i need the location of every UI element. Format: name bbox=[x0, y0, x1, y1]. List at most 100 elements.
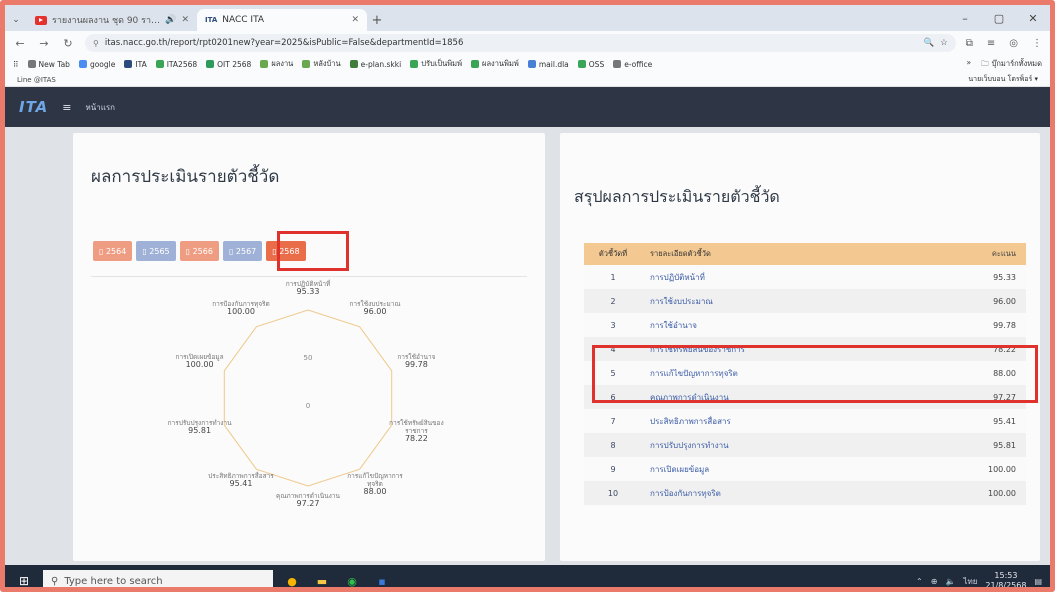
bookmark-eoffice[interactable]: e-office bbox=[613, 60, 652, 69]
taskbar-search[interactable]: ⚲ Type here to search bbox=[43, 570, 273, 587]
restore-icon[interactable]: ▢ bbox=[982, 5, 1016, 31]
site-info-icon[interactable]: ⚲ bbox=[93, 39, 99, 48]
bookmark-oss[interactable]: OSS bbox=[577, 60, 604, 69]
table-row: 10 การป้องกันการทุจริต 100.00 bbox=[584, 481, 1026, 505]
cell-score: 96.00 bbox=[993, 296, 1016, 306]
user-menu[interactable]: นายเว็บบอน โตรพ็อร์ ▾ bbox=[968, 74, 1038, 85]
screenshot-frame: ⌄ รายงานผลงาน ชุด 90 รายงาน 🔊 ✕ ITA NACC… bbox=[0, 0, 1055, 592]
bookmark-mail[interactable]: mail.dla bbox=[527, 60, 569, 69]
radar-axis-value: 99.78 bbox=[404, 360, 428, 370]
bookmark-print-work[interactable]: ผลงานพิมพ์ bbox=[471, 58, 519, 70]
cell-score: 100.00 bbox=[988, 488, 1016, 498]
bookmark-print[interactable]: ปรับเป็นพิมพ์ bbox=[410, 58, 462, 70]
table-row: 3 การใช้อำนาจ 99.78 bbox=[584, 313, 1026, 337]
bookmark-backend[interactable]: หลังบ้าน bbox=[302, 58, 341, 70]
minimize-icon[interactable]: – bbox=[948, 5, 982, 31]
tray-chevron-icon[interactable]: ⌃ bbox=[916, 577, 923, 586]
google-icon bbox=[78, 60, 87, 68]
cell-name: การปรับปรุงการทำงาน bbox=[650, 440, 729, 450]
windows-start-icon[interactable]: ⊞ bbox=[13, 570, 35, 587]
all-bookmarks-folder[interactable]: 🗀 บุ๊กมาร์กทั้งหมด bbox=[981, 58, 1042, 71]
radar-point-label: คุณภาพการดำเนินงาน 97.27 bbox=[274, 492, 342, 508]
browser-toolbar: ← → ↻ ⚲ itas.nacc.go.th/report/rpt0201ne… bbox=[5, 31, 1050, 55]
table-row: 7 ประสิทธิภาพการสื่อสาร 95.41 bbox=[584, 409, 1026, 433]
table-row: 1 การปฏิบัติหน้าที่ 95.33 bbox=[584, 265, 1026, 289]
radar-axis-value: 100.00 bbox=[185, 360, 214, 370]
leaf-icon bbox=[260, 60, 269, 68]
header-indicator-no: ตัวชี้วัดที่ bbox=[598, 249, 628, 258]
url-text: itas.nacc.go.th/report/rpt0201new?year=2… bbox=[104, 38, 464, 48]
radar-axis-value: 96.00 bbox=[363, 307, 387, 317]
language-indicator[interactable]: ไทย bbox=[963, 575, 977, 588]
bookmark-google[interactable]: google bbox=[78, 60, 115, 69]
cell-name: ประสิทธิภาพการสื่อสาร bbox=[650, 416, 731, 426]
youtube-icon bbox=[35, 15, 47, 25]
volume-icon[interactable]: 🔈 bbox=[945, 577, 955, 586]
close-tab-icon[interactable]: ✕ bbox=[351, 15, 359, 25]
bookmark-ita[interactable]: ITA bbox=[124, 60, 147, 69]
bookmark-new-tab[interactable]: New Tab bbox=[27, 60, 70, 69]
radar-axis-value: 95.33 bbox=[296, 287, 320, 296]
close-tab-icon[interactable]: ✕ bbox=[181, 15, 189, 25]
tab-title: NACC ITA bbox=[222, 15, 265, 25]
chrome-icon[interactable]: ● bbox=[281, 570, 303, 588]
forward-icon[interactable]: → bbox=[37, 37, 51, 50]
network-icon[interactable]: ⊕ bbox=[931, 577, 938, 586]
globe-icon bbox=[27, 60, 36, 68]
browser-tab-strip: ⌄ รายงานผลงาน ชุด 90 รายงาน 🔊 ✕ ITA NACC… bbox=[5, 5, 1050, 31]
divider bbox=[91, 276, 527, 277]
tab-nacc-ita[interactable]: ITA NACC ITA ✕ bbox=[197, 9, 367, 31]
cell-score: 95.33 bbox=[993, 272, 1016, 282]
extensions-icon[interactable]: ⧉ bbox=[966, 38, 973, 49]
bookmark-eplan[interactable]: e-plan.skki bbox=[349, 60, 401, 69]
radar-axis-value: 95.81 bbox=[188, 425, 212, 435]
reload-icon[interactable]: ↻ bbox=[61, 37, 75, 50]
bookmark-ita2568[interactable]: ITA2568 bbox=[155, 60, 197, 69]
address-bar[interactable]: ⚲ itas.nacc.go.th/report/rpt0201new?year… bbox=[85, 34, 956, 52]
year-button-2564[interactable]: ▯ 2564 bbox=[93, 241, 133, 261]
word-icon[interactable]: ▪ bbox=[371, 570, 393, 588]
main-content: ผลการประเมินรายตัวชี้วัด ▯ 2564 ▯ 2565 ▯… bbox=[5, 127, 1050, 565]
cell-no: 9 bbox=[610, 464, 616, 474]
tab-search-icon[interactable]: ⌄ bbox=[5, 9, 27, 31]
year-button-2567[interactable]: ▯ 2567 bbox=[222, 241, 263, 261]
radar-axis-value: 97.27 bbox=[296, 499, 320, 508]
speaker-icon[interactable]: 🔊 bbox=[165, 15, 176, 25]
bookmark-work[interactable]: ผลงาน bbox=[260, 58, 293, 70]
tab-youtube[interactable]: รายงานผลงาน ชุด 90 รายงาน 🔊 ✕ bbox=[27, 9, 197, 31]
cell-no: 1 bbox=[610, 272, 616, 282]
bookmark-oit2568[interactable]: OIT 2568 bbox=[206, 60, 251, 69]
line-app-icon[interactable]: ◉ bbox=[341, 570, 363, 588]
more-bookmarks-icon[interactable]: » bbox=[967, 58, 972, 71]
radar-tick-50: 50 bbox=[304, 354, 313, 362]
new-tab-button[interactable]: + bbox=[367, 9, 387, 31]
radar-point-label: การปรับปรุงการทำงาน 95.81 bbox=[166, 419, 234, 435]
hamburger-menu-icon[interactable]: ≡ bbox=[62, 101, 71, 114]
radar-axis-value: 95.41 bbox=[229, 478, 253, 488]
line-link[interactable]: Line @ITAS bbox=[17, 76, 56, 84]
rows-highlight-box bbox=[592, 345, 1038, 403]
app-navbar: ITA ≡ หน้าแรก bbox=[5, 87, 1050, 127]
clock[interactable]: 15:53 21/8/2568 bbox=[985, 571, 1026, 587]
back-icon[interactable]: ← bbox=[13, 37, 27, 50]
folder-icon: 🗀 bbox=[981, 58, 989, 68]
apps-icon[interactable]: ⠿ bbox=[13, 60, 19, 69]
menu-icon[interactable]: ⋮ bbox=[1032, 38, 1042, 49]
close-window-icon[interactable]: ✕ bbox=[1016, 5, 1050, 31]
reading-list-icon[interactable]: ≡ bbox=[987, 38, 995, 49]
profile-icon[interactable]: ◎ bbox=[1009, 38, 1018, 49]
ita-logo[interactable]: ITA bbox=[19, 98, 48, 116]
table-row: 9 การเปิดเผยข้อมูล 100.00 bbox=[584, 457, 1026, 481]
cell-no: 3 bbox=[610, 320, 616, 330]
notification-icon[interactable]: ▤ bbox=[1034, 577, 1042, 586]
year-button-2566[interactable]: ▯ 2566 bbox=[179, 241, 219, 261]
star-icon[interactable]: ☆ bbox=[940, 38, 948, 48]
ita-favicon-icon: ITA bbox=[205, 16, 218, 24]
drive-icon bbox=[410, 60, 419, 68]
file-explorer-icon[interactable]: ▬ bbox=[311, 570, 333, 588]
zoom-icon[interactable]: 🔍 bbox=[924, 38, 935, 48]
cell-no: 2 bbox=[610, 296, 616, 306]
home-link[interactable]: หน้าแรก bbox=[85, 101, 115, 114]
year-button-2565[interactable]: ▯ 2565 bbox=[136, 241, 176, 261]
cell-name: การใช้งบประมาณ bbox=[650, 296, 713, 306]
